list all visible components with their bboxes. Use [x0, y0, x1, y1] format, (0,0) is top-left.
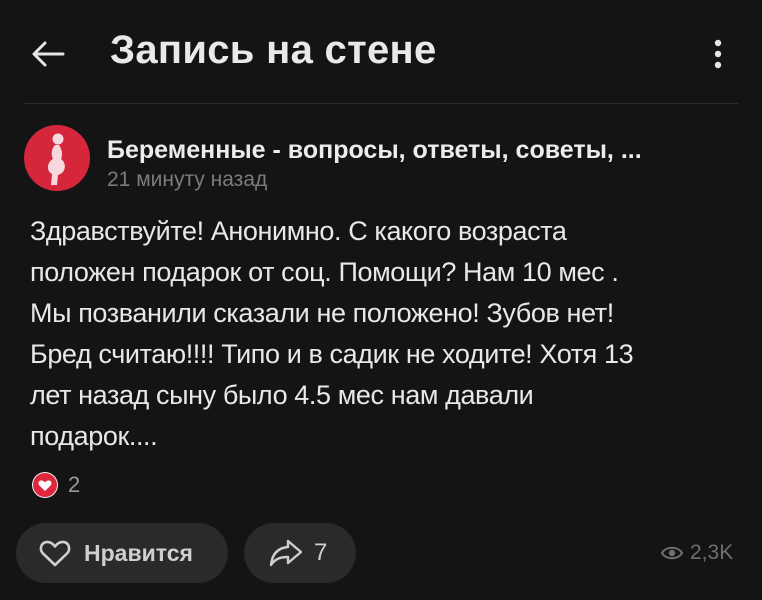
pregnant-silhouette-icon	[47, 133, 65, 185]
views-count: 2,3K	[690, 541, 734, 564]
like-button[interactable]: Нравится	[16, 523, 228, 583]
post-text-line: подарок....	[30, 421, 158, 451]
post-timestamp: 21 минуту назад	[107, 168, 268, 191]
page-title: Запись на стене	[110, 28, 437, 72]
share-button[interactable]: 7	[244, 523, 356, 583]
eye-icon	[660, 546, 684, 560]
arrow-left-icon	[32, 41, 65, 67]
share-count: 7	[314, 539, 328, 566]
community-avatar[interactable]	[24, 125, 90, 191]
more-vertical-icon	[714, 39, 722, 69]
post-text-line: Бред считаю!!!! Типо и в садик не ходите…	[30, 339, 634, 369]
top-bar: Запись на стене	[0, 0, 762, 104]
heart-outline-icon	[39, 540, 71, 567]
post-text-line: Здравствуйте! Анонимно. С какого возраст…	[30, 216, 567, 246]
like-label: Нравится	[84, 539, 193, 566]
share-arrow-icon	[269, 539, 303, 567]
header-divider	[24, 103, 738, 104]
post-text-line: Мы позванили сказали не положено! Зубов …	[30, 298, 614, 328]
views-counter: 2,3K	[660, 538, 733, 568]
back-button[interactable]	[24, 30, 72, 78]
post-text-line: положен подарок от соц. Помощи? Нам 10 м…	[30, 257, 619, 287]
heart-reaction-icon	[32, 472, 58, 498]
post-text: Здравствуйте! Анонимно. С какого возраст…	[30, 211, 740, 457]
reaction-count: 2	[68, 472, 81, 497]
reactions-summary[interactable]: 2	[32, 470, 80, 500]
post-text-line: лет назад сыну было 4.5 мес нам давали	[30, 380, 534, 410]
more-menu-button[interactable]	[700, 30, 736, 78]
community-name[interactable]: Беременные - вопросы, ответы, советы, ..…	[107, 136, 747, 165]
